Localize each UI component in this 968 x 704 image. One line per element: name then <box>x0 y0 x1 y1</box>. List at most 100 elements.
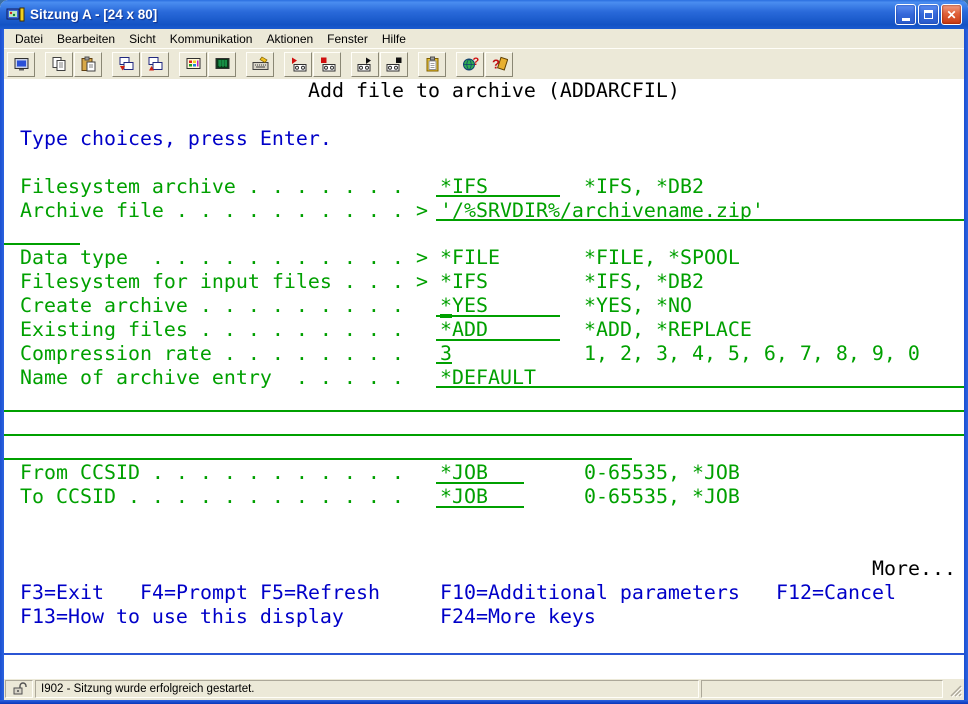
menu-item-hilfe[interactable]: Hilfe <box>375 30 413 48</box>
resize-grip[interactable] <box>945 680 963 698</box>
terminal-text: Filesystem archive . . . . . . . <box>20 175 404 199</box>
terminal-text: To CCSID . . . . . . . . . . . . <box>20 485 404 509</box>
terminal-text: > <box>416 270 428 294</box>
terminal-text: Existing files . . . . . . . . . <box>20 318 404 342</box>
window-border-left <box>0 29 4 704</box>
pause-macro-button[interactable] <box>380 52 408 77</box>
receive-file-button[interactable] <box>141 52 169 77</box>
input-field-underline <box>436 195 560 197</box>
input-field-underline[interactable] <box>4 434 964 436</box>
terminal-text: Create archive . . . . . . . . . <box>20 294 404 318</box>
close-button[interactable]: ✕ <box>941 4 962 25</box>
terminal-input-field[interactable]: *IFS <box>440 270 488 294</box>
terminal-text: 1, 2, 3, 4, 5, 6, 7, 8, 9, 0 <box>584 342 920 366</box>
terminal-text: *IFS, *DB2 <box>584 270 704 294</box>
web-help-icon: ? <box>462 56 479 72</box>
terminal-text: F3=Exit <box>20 581 104 605</box>
terminal-text: From CCSID . . . . . . . . . . . <box>20 461 404 485</box>
web-help-button[interactable]: ? <box>456 52 484 77</box>
help-icon: ? <box>491 56 508 72</box>
play-macro-button[interactable] <box>351 52 379 77</box>
text-cursor <box>440 314 452 318</box>
keyboard-setup-button[interactable] <box>246 52 274 77</box>
status-aux-cell <box>701 680 943 698</box>
receive-file-icon <box>147 56 164 72</box>
menu-item-sicht[interactable]: Sicht <box>122 30 163 48</box>
terminal-text: F5=Refresh <box>260 581 380 605</box>
send-file-icon <box>118 56 135 72</box>
terminal-text: Type choices, press Enter. <box>20 127 332 151</box>
menu-item-fenster[interactable]: Fenster <box>320 30 375 48</box>
session-app-icon <box>6 6 26 24</box>
record-macro-icon <box>290 56 307 72</box>
input-field-underline <box>436 506 524 508</box>
menu-item-datei[interactable]: Datei <box>8 30 50 48</box>
input-field-underline <box>436 362 452 364</box>
terminal-text: F12=Cancel <box>776 581 896 605</box>
copy-icon <box>51 56 68 72</box>
input-field-underline <box>436 339 560 341</box>
color-setup-button[interactable] <box>179 52 207 77</box>
pause-macro-icon <box>386 56 403 72</box>
paste-button[interactable] <box>74 52 102 77</box>
terminal-text: 0-65535, *JOB <box>584 485 740 509</box>
help-button[interactable]: ? <box>485 52 513 77</box>
terminal-text: F13=How to use this display <box>20 605 344 629</box>
color-setup-icon <box>185 56 202 72</box>
maximize-icon <box>924 10 933 19</box>
record-macro-button[interactable] <box>284 52 312 77</box>
terminal-screen[interactable]: Add file to archive (ADDARCFIL) Type choi… <box>4 79 964 653</box>
terminal-text: > <box>416 199 428 223</box>
resize-grip-icon <box>945 680 963 698</box>
terminal-text: Filesystem for input files . . . <box>20 270 404 294</box>
minimize-icon <box>902 18 910 21</box>
menu-item-kommunikation[interactable]: Kommunikation <box>163 30 260 48</box>
new-session-icon <box>13 56 30 72</box>
input-field-underline <box>436 219 964 221</box>
terminal-text: *ADD, *REPLACE <box>584 318 752 342</box>
terminal-text: Name of archive entry . . . . . <box>20 366 404 390</box>
clipboard-icon <box>424 56 441 72</box>
input-field-underline <box>436 315 560 317</box>
title-bar: Sitzung A - [24 x 80] ✕ <box>0 0 968 29</box>
terminal-text: F24=More keys <box>440 605 596 629</box>
new-session-button[interactable] <box>7 52 35 77</box>
terminal-text: *YES, *NO <box>584 294 692 318</box>
svg-text:?: ? <box>472 56 479 68</box>
connection-status-icon <box>12 682 27 696</box>
maximize-button[interactable] <box>918 4 939 25</box>
terminal-text: Compression rate . . . . . . . . <box>20 342 404 366</box>
menu-item-aktionen[interactable]: Aktionen <box>259 30 320 48</box>
terminal-text: 0-65535, *JOB <box>584 461 740 485</box>
display-setup-icon <box>214 56 231 72</box>
terminal-text: Archive file . . . . . . . . . . <box>20 199 404 223</box>
terminal-text: Add file to archive (ADDARCFIL) <box>308 79 680 103</box>
status-bar: I902 - Sitzung wurde erfolgreich gestart… <box>4 679 964 700</box>
tool-bar: ? ? <box>4 48 964 79</box>
send-file-button[interactable] <box>112 52 140 77</box>
clipboard-button[interactable] <box>418 52 446 77</box>
status-message: I902 - Sitzung wurde erfolgreich gestart… <box>35 680 699 698</box>
terminal-text: *FILE, *SPOOL <box>584 246 740 270</box>
input-field-underline[interactable] <box>4 243 80 245</box>
minimize-button[interactable] <box>895 4 916 25</box>
display-setup-button[interactable] <box>208 52 236 77</box>
terminal-text: *IFS, *DB2 <box>584 175 704 199</box>
input-field-underline[interactable] <box>4 458 632 460</box>
stop-macro-icon <box>319 56 336 72</box>
input-field-underline <box>436 482 524 484</box>
terminal-input-field[interactable]: *FILE <box>440 246 500 270</box>
copy-button[interactable] <box>45 52 73 77</box>
input-field-underline <box>436 386 964 388</box>
terminal-text: > <box>416 246 428 270</box>
stop-macro-button[interactable] <box>313 52 341 77</box>
paste-icon <box>80 56 97 72</box>
oia-row <box>4 655 964 679</box>
window-border-right <box>964 29 968 704</box>
terminal-text: F10=Additional parameters <box>440 581 740 605</box>
menu-item-bearbeiten[interactable]: Bearbeiten <box>50 30 122 48</box>
play-macro-icon <box>357 56 374 72</box>
keyboard-setup-icon <box>252 56 269 72</box>
input-field-underline[interactable] <box>4 410 964 412</box>
terminal-text: Data type . . . . . . . . . . . <box>20 246 404 270</box>
